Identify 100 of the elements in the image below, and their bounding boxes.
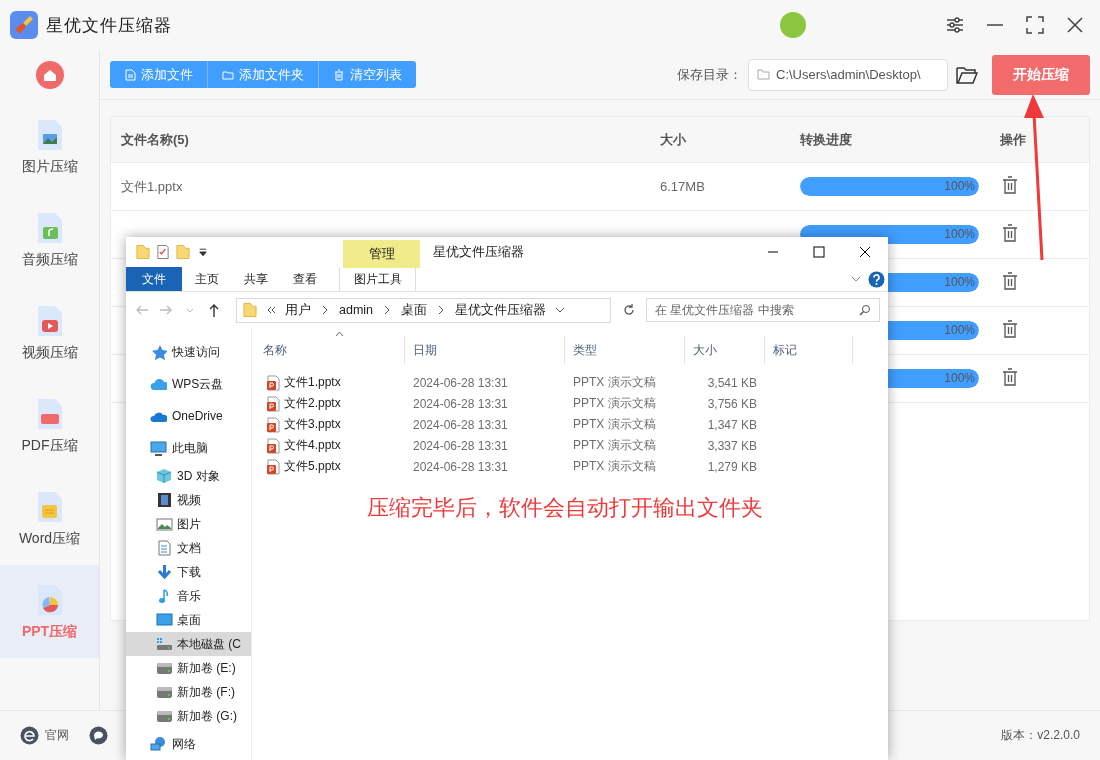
address-bar[interactable]: 用户 admin 桌面 星优文件压缩器 [236,297,611,323]
column-header[interactable]: 日期 [405,336,565,364]
folder-icon [222,68,234,81]
help-icon[interactable] [868,270,885,288]
nav-item[interactable]: 下载 [126,560,251,584]
nav-item[interactable]: 桌面 [126,608,251,632]
trash-icon [333,68,345,81]
file-name[interactable]: 文件1.pptx [255,374,405,391]
nav-item[interactable]: 新加卷 (G:) [126,704,251,728]
table-cell-text: 2024-06-28 13:31 [412,438,509,453]
presentation-file-icon [266,437,280,454]
trash-icon[interactable] [1000,367,1020,387]
file-name[interactable]: 文件2.pptx [255,395,405,412]
search-field[interactable]: 在 星优文件压缩器 中搜索 [646,298,880,322]
broom-icon [10,11,38,39]
context-tab[interactable]: 管理 [343,239,420,268]
file-icon [124,68,136,81]
table-cell-text: 2024-06-28 13:31 [412,375,509,390]
column-header[interactable]: 名称 [255,336,405,364]
progress-reading: 100% [944,179,975,193]
image-icon [156,516,173,532]
nav-item[interactable]: OneDrive [126,400,251,432]
column-header: 操作 [1000,130,1027,149]
file-name[interactable]: 文件3.pptx [255,416,405,433]
breadcrumb-item[interactable]: admin [339,303,374,317]
breadcrumb-item[interactable]: 桌面 [401,301,428,319]
ribbon-tab[interactable]: 文件 [126,267,182,291]
footer-link[interactable]: 官网 [20,726,69,745]
table-cell-text: 3,337 KB [706,438,758,453]
nav-item[interactable]: 3D 对象 [126,464,251,488]
maximize-icon[interactable] [813,246,825,258]
nav-item[interactable]: 新加卷 (E:) [126,656,251,680]
app-title: 星优文件压缩器 [46,14,172,37]
window-title: 星优文件压缩器 [433,243,524,261]
monitor-icon [150,440,167,456]
table-cell-text: 3,756 KB [706,396,758,411]
sidebar-item[interactable]: 视频压缩 [0,286,99,379]
directory-field[interactable]: C:\Users\admin\Desktop\ [748,58,948,91]
sidebar-item[interactable]: Word压缩 [0,472,99,565]
trash-icon[interactable] [1000,319,1020,339]
down-arrow-icon [156,564,173,580]
sidebar-item[interactable]: 音频压缩 [0,193,99,286]
presentation-file-icon [266,374,280,391]
nav-item[interactable]: 网络 [126,728,251,760]
table-cell-text: 3,541 KB [706,375,758,390]
maximize-icon[interactable] [1024,14,1046,36]
folder-icon [243,302,257,318]
trash-icon[interactable] [1000,175,1020,195]
table-cell-text: PPTX 演示文稿 [572,458,657,475]
ribbon-tab[interactable]: 图片工具 [339,267,416,291]
sidebar-item[interactable]: PDF压缩 [0,379,99,472]
cloud-icon [150,376,167,392]
table-cell-text: 2024-06-28 13:31 [412,459,509,474]
progress-reading: 100% [944,323,975,337]
nav-item[interactable]: 新加卷 (F:) [126,680,251,704]
annotation-text: 压缩完毕后，软件会自动打开输出文件夹 [367,494,763,522]
presentation-file-icon [266,416,280,433]
nav-item[interactable]: WPS云盘 [126,368,251,400]
column-header[interactable]: 标记 [765,336,853,364]
film-icon [156,492,173,508]
double-chevron-icon [265,304,277,316]
progress-reading: 100% [944,371,975,385]
nav-item[interactable]: 文档 [126,536,251,560]
settings-icon[interactable] [944,14,966,36]
nav-item[interactable]: 音乐 [126,584,251,608]
folder-icon[interactable] [956,64,978,85]
trash-icon[interactable] [1000,271,1020,291]
nav-item[interactable]: 图片 [126,512,251,536]
ribbon-tab[interactable]: 主页 [182,267,231,291]
nav-item[interactable]: 本地磁盘 (C [126,632,251,656]
table-cell-text: PPTX 演示文稿 [572,437,657,454]
progress-reading: 100% [944,275,975,289]
chat-icon [89,726,108,745]
column-header: 文件名称(5) [120,130,190,149]
table-cell-text: PPTX 演示文稿 [572,395,657,412]
close-icon[interactable] [859,246,871,258]
monitor-icon [156,612,173,628]
table-cell-text: 文件1.pptx [120,177,184,196]
home-icon[interactable] [34,60,65,90]
file-name[interactable]: 文件4.pptx [255,437,405,454]
ribbon-tab[interactable]: 查看 [280,267,329,291]
trash-icon[interactable] [1000,223,1020,243]
nav-item[interactable]: 此电脑 [126,432,251,464]
column-header[interactable]: 类型 [565,336,685,364]
ribbon-tab[interactable]: 共享 [231,267,280,291]
footer-link[interactable] [89,726,108,745]
breadcrumb-item[interactable]: 用户 [285,301,311,319]
nav-item[interactable]: 快速访问 [126,336,251,368]
nav-item[interactable]: 视频 [126,488,251,512]
sidebar-item[interactable]: 图片压缩 [0,100,99,193]
breadcrumb-item[interactable]: 星优文件压缩器 [455,301,547,319]
folder-icon [757,69,770,80]
table-cell-text: PPTX 演示文稿 [572,374,657,391]
refresh-icon[interactable] [621,303,636,317]
checklist-icon[interactable] [156,244,170,260]
column-header[interactable]: 大小 [685,336,765,364]
drive-icon [156,660,173,676]
file-name[interactable]: 文件5.pptx [255,458,405,475]
globe-icon [20,726,39,745]
drive-icon [156,684,173,700]
